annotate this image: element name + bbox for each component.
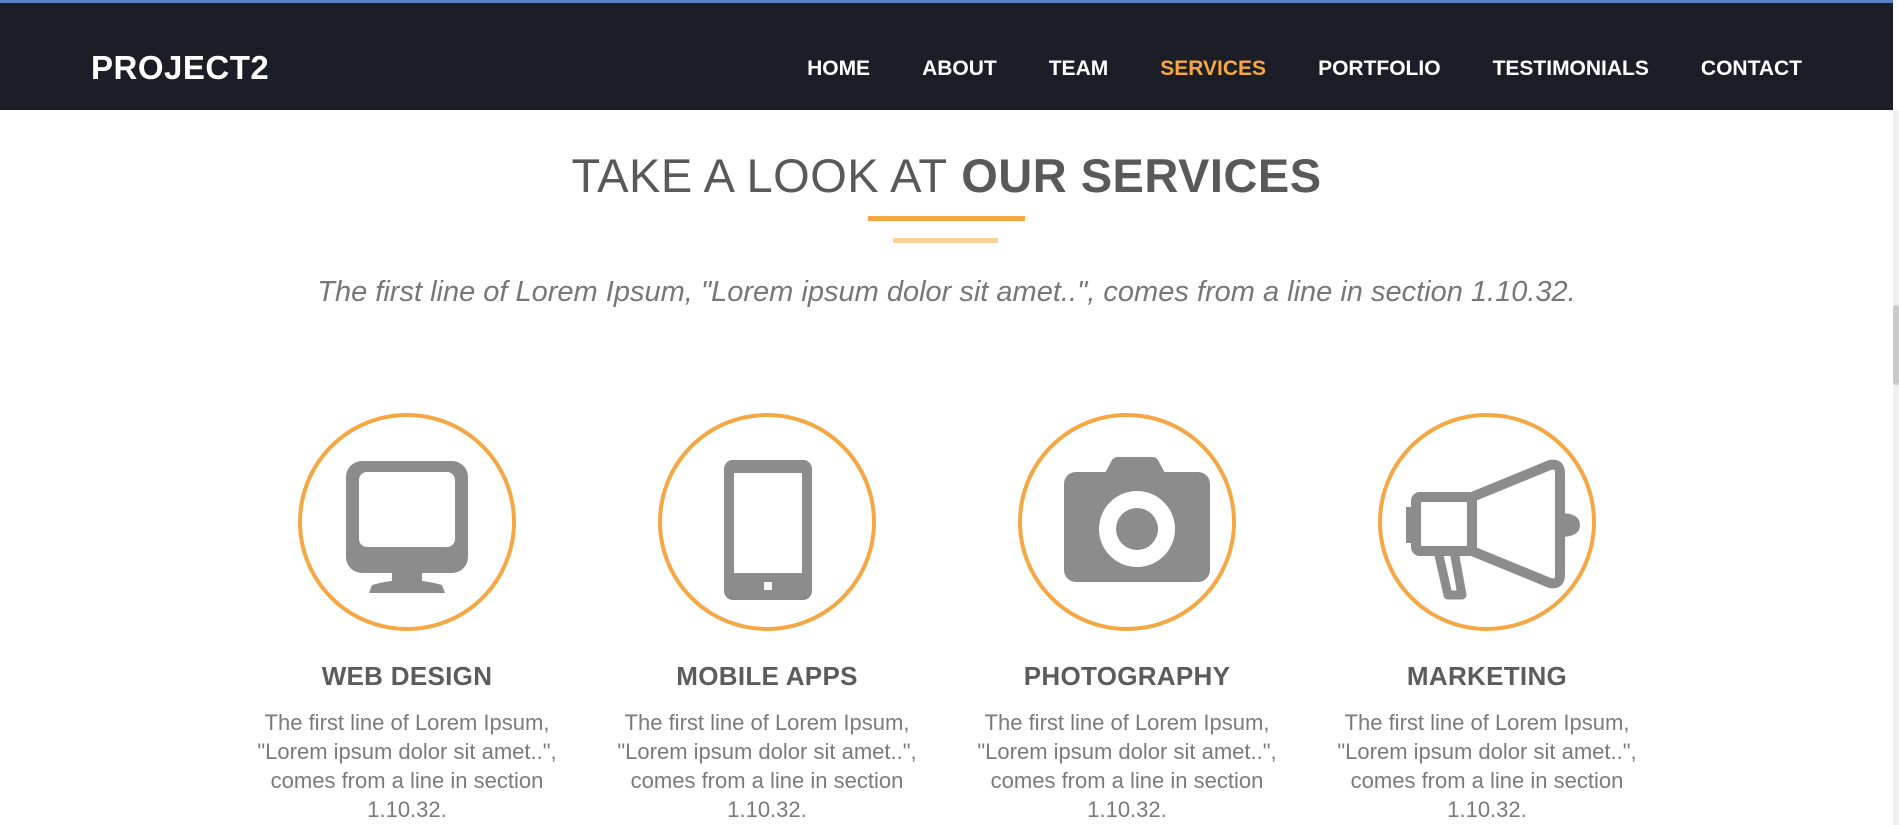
scrollbar-track[interactable] [1893,110,1899,825]
service-title: WEB DESIGN [321,661,493,691]
nav-item-team[interactable]: TEAM [1049,57,1109,81]
section-heading: TAKE A LOOK AT OUR SERVICES [0,148,1893,203]
service-title: MARKETING [1406,661,1568,691]
service-description: The first line of Lorem Ipsum, "Lorem ip… [617,710,917,822]
service-description: The first line of Lorem Ipsum, "Lorem ip… [257,710,557,822]
camera-icon [1064,457,1210,582]
heading-light-text: TAKE A LOOK AT [571,149,948,202]
heading-bold-text: OUR SERVICES [961,149,1322,202]
service-card-marketing: MARKETING The first line of Lorem Ipsum,… [1307,413,1667,824]
navbar: PROJECT2 HOME ABOUT TEAM SERVICES PORTFO… [0,3,1893,110]
heading-divider-secondary [893,238,998,243]
megaphone-icon [1406,459,1580,600]
service-card-mobile-apps: MOBILE APPS The first line of Lorem Ipsu… [587,413,947,824]
service-icon-circle[interactable] [1018,413,1236,631]
nav-item-testimonials[interactable]: TESTIMONIALS [1493,57,1649,81]
monitor-icon [346,461,468,593]
brand-logo[interactable]: PROJECT2 [91,49,269,87]
service-description: The first line of Lorem Ipsum, "Lorem ip… [977,710,1277,822]
service-description: The first line of Lorem Ipsum, "Lorem ip… [1337,710,1637,822]
nav-item-home[interactable]: HOME [807,57,870,81]
scrollbar-top-area [1893,0,1899,110]
service-title: MOBILE APPS [676,661,858,691]
smartphone-icon [724,460,812,600]
service-icon-circle[interactable] [658,413,876,631]
service-card-web-design: WEB DESIGN The first line of Lorem Ipsum… [227,413,587,824]
service-icon-circle[interactable] [1378,413,1596,631]
heading-divider-primary [868,216,1025,221]
main-nav: HOME ABOUT TEAM SERVICES PORTFOLIO TESTI… [755,57,1802,81]
service-title: PHOTOGRAPHY [1023,661,1231,691]
service-card-photography: PHOTOGRAPHY The first line of Lorem Ipsu… [947,413,1307,824]
nav-item-contact[interactable]: CONTACT [1701,57,1802,81]
section-intro: The first line of Lorem Ipsum, "Lorem ip… [317,276,1576,308]
nav-item-services[interactable]: SERVICES [1160,57,1266,81]
nav-item-about[interactable]: ABOUT [922,57,997,81]
nav-item-portfolio[interactable]: PORTFOLIO [1318,57,1441,81]
service-icon-circle[interactable] [298,413,516,631]
scrollbar-thumb[interactable] [1893,305,1899,385]
